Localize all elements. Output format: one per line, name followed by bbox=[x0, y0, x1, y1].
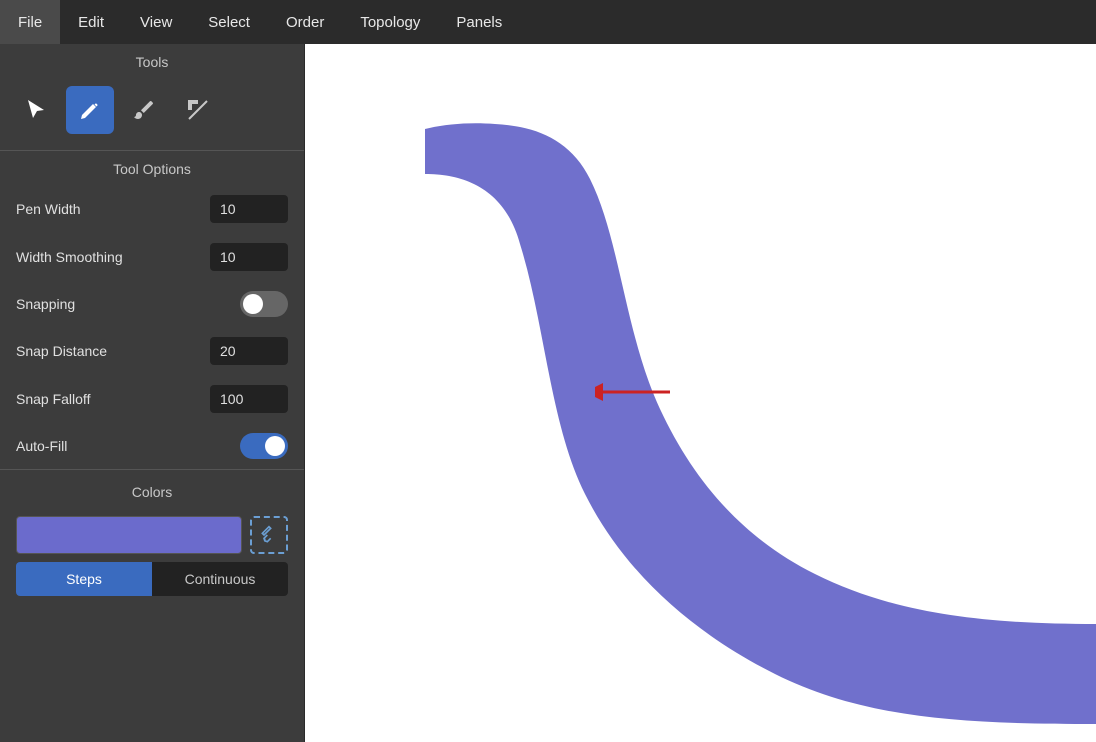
width-smoothing-label: Width Smoothing bbox=[16, 249, 123, 265]
auto-fill-label: Auto-Fill bbox=[16, 438, 67, 454]
snap-distance-label: Snap Distance bbox=[16, 343, 107, 359]
snapping-label: Snapping bbox=[16, 296, 75, 312]
tool-options-section: Tool Options Pen Width Width Smoothing S… bbox=[0, 151, 304, 469]
pen-icon bbox=[78, 98, 102, 122]
colors-section: Colors Steps Continuous bbox=[0, 474, 304, 596]
corner-tool-button[interactable] bbox=[174, 86, 222, 134]
snap-falloff-label: Snap Falloff bbox=[16, 391, 90, 407]
menu-topology[interactable]: Topology bbox=[342, 0, 438, 44]
menu-select[interactable]: Select bbox=[190, 0, 268, 44]
canvas-area[interactable] bbox=[305, 44, 1096, 742]
snap-distance-input[interactable] bbox=[210, 337, 288, 365]
brush-stroke-shape bbox=[425, 123, 1096, 724]
menu-edit[interactable]: Edit bbox=[60, 0, 122, 44]
menu-file[interactable]: File bbox=[0, 0, 60, 44]
snapping-slider bbox=[240, 291, 288, 317]
width-smoothing-row: Width Smoothing bbox=[0, 233, 304, 281]
snapping-toggle[interactable] bbox=[240, 291, 288, 317]
auto-fill-toggle[interactable] bbox=[240, 433, 288, 459]
colors-title: Colors bbox=[0, 474, 304, 508]
tool-options-title: Tool Options bbox=[0, 151, 304, 185]
select-icon bbox=[24, 98, 48, 122]
pen-width-input[interactable] bbox=[210, 195, 288, 223]
snap-distance-row: Snap Distance bbox=[0, 327, 304, 375]
tools-row bbox=[0, 78, 304, 150]
snapping-row: Snapping bbox=[0, 281, 304, 327]
menu-order[interactable]: Order bbox=[268, 0, 342, 44]
menu-panels[interactable]: Panels bbox=[438, 0, 520, 44]
eyedropper-button[interactable] bbox=[250, 516, 288, 554]
color-swatch-row bbox=[0, 508, 304, 562]
select-tool-button[interactable] bbox=[12, 86, 60, 134]
menu-view[interactable]: View bbox=[122, 0, 190, 44]
snap-falloff-row: Snap Falloff bbox=[0, 375, 304, 423]
auto-fill-slider bbox=[240, 433, 288, 459]
pen-tool-button[interactable] bbox=[66, 86, 114, 134]
options-divider bbox=[0, 469, 304, 470]
snap-falloff-input[interactable] bbox=[210, 385, 288, 413]
pen-width-row: Pen Width bbox=[0, 185, 304, 233]
paint-tool-button[interactable] bbox=[120, 86, 168, 134]
tools-section-title: Tools bbox=[0, 44, 304, 78]
continuous-button[interactable]: Continuous bbox=[152, 562, 288, 596]
color-swatch[interactable] bbox=[16, 516, 242, 554]
steps-continuous-row: Steps Continuous bbox=[0, 562, 304, 596]
auto-fill-knob bbox=[265, 436, 285, 456]
eyedropper-icon bbox=[259, 525, 279, 545]
snapping-knob bbox=[243, 294, 263, 314]
auto-fill-row: Auto-Fill bbox=[0, 423, 304, 469]
width-smoothing-input[interactable] bbox=[210, 243, 288, 271]
canvas-svg bbox=[305, 44, 1096, 742]
paint-icon bbox=[132, 98, 156, 122]
sidebar: Tools bbox=[0, 44, 305, 742]
main-content: Tools bbox=[0, 44, 1096, 742]
pen-width-label: Pen Width bbox=[16, 201, 81, 217]
corner-icon bbox=[186, 98, 210, 122]
menubar: File Edit View Select Order Topology Pan… bbox=[0, 0, 1096, 44]
steps-button[interactable]: Steps bbox=[16, 562, 152, 596]
